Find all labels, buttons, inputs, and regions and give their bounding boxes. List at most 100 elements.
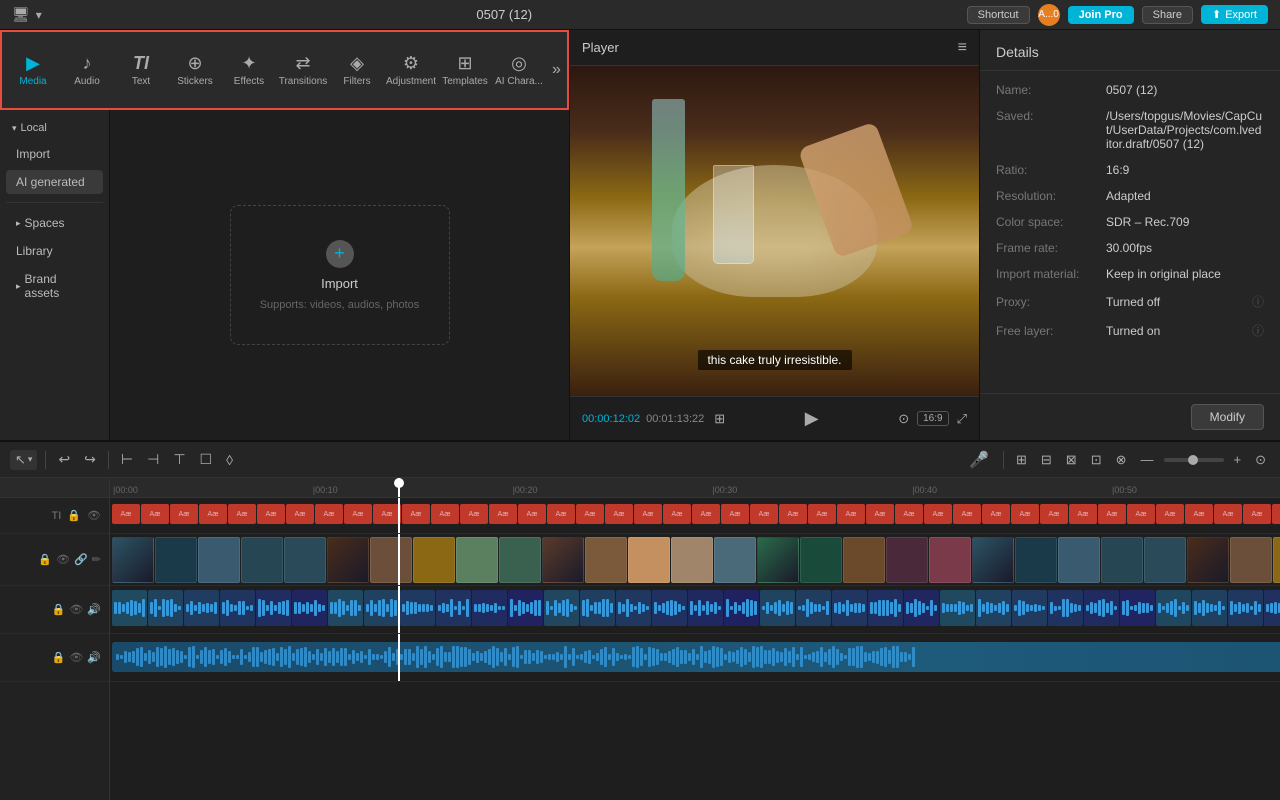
audio1-segment[interactable] bbox=[724, 590, 759, 626]
audio1-segment[interactable] bbox=[1192, 590, 1227, 626]
video-segment[interactable] bbox=[413, 537, 455, 583]
text-segment[interactable]: Aæ bbox=[315, 504, 343, 524]
sidebar-item-spaces[interactable]: ▸ Spaces bbox=[6, 211, 103, 235]
vol-icon-audio2[interactable]: 🔊 bbox=[87, 651, 101, 664]
text-segment[interactable]: Aæ bbox=[924, 504, 952, 524]
eye-icon-audio2[interactable]: 👁 bbox=[69, 651, 83, 664]
audio1-segment[interactable] bbox=[832, 590, 867, 626]
video-segment[interactable] bbox=[671, 537, 713, 583]
text-segment[interactable]: Aæ bbox=[228, 504, 256, 524]
video-segment[interactable] bbox=[241, 537, 283, 583]
text-segment[interactable]: Aæ bbox=[692, 504, 720, 524]
toolbar-item-ai-char[interactable]: ◎ AI Chara... bbox=[492, 34, 546, 106]
video-segment[interactable] bbox=[1230, 537, 1272, 583]
join-pro-button[interactable]: Join Pro bbox=[1068, 6, 1134, 24]
video-segment[interactable] bbox=[757, 537, 799, 583]
player-menu-icon[interactable]: ≡ bbox=[958, 39, 967, 57]
text-segment[interactable]: Aæ bbox=[170, 504, 198, 524]
audio1-segment[interactable] bbox=[1264, 590, 1280, 626]
timeline-scroll-area[interactable]: |00:00 |00:10 |00:20 |00:30 |00:40 |00:5… bbox=[110, 478, 1280, 800]
text-segment[interactable]: Aæ bbox=[402, 504, 430, 524]
audio1-segment[interactable] bbox=[904, 590, 939, 626]
audio1-segment[interactable] bbox=[1084, 590, 1119, 626]
sidebar-item-ai-generated[interactable]: AI generated bbox=[6, 170, 103, 194]
split-tool-2[interactable]: ⊣ bbox=[143, 449, 163, 470]
toolbar-item-filters[interactable]: ◈ Filters bbox=[330, 34, 384, 106]
text-segment[interactable]: Aæ bbox=[1185, 504, 1213, 524]
audio1-segment[interactable] bbox=[1120, 590, 1155, 626]
text-segment[interactable]: Aæ bbox=[982, 504, 1010, 524]
audio1-segment[interactable] bbox=[760, 590, 795, 626]
text-segment[interactable]: Aæ bbox=[1272, 504, 1280, 524]
text-segment[interactable]: Aæ bbox=[112, 504, 140, 524]
audio1-segment[interactable] bbox=[148, 590, 183, 626]
text-segment[interactable]: Aæ bbox=[1156, 504, 1184, 524]
text-segment[interactable]: Aæ bbox=[431, 504, 459, 524]
toolbar-item-text[interactable]: TI Text bbox=[114, 34, 168, 106]
toolbar-item-transitions[interactable]: ⇄ Transitions bbox=[276, 34, 330, 106]
text-segment[interactable]: Aæ bbox=[750, 504, 778, 524]
import-dropzone[interactable]: + Import Supports: videos, audios, photo… bbox=[230, 205, 450, 345]
audio1-segment[interactable] bbox=[400, 590, 435, 626]
grid-icon[interactable]: ⊞ bbox=[714, 411, 725, 427]
vol-icon-audio1[interactable]: 🔊 bbox=[87, 603, 101, 616]
marker-tool[interactable]: ◊ bbox=[222, 450, 237, 470]
sidebar-item-import[interactable]: Import bbox=[6, 142, 103, 166]
toolbar-item-adjustment[interactable]: ⚙ Adjustment bbox=[384, 34, 438, 106]
audio1-segment[interactable] bbox=[1048, 590, 1083, 626]
text-segment[interactable]: Aæ bbox=[808, 504, 836, 524]
video-segment[interactable] bbox=[284, 537, 326, 583]
zoom-in-icon[interactable]: + bbox=[1230, 450, 1246, 469]
text-segment[interactable]: Aæ bbox=[141, 504, 169, 524]
timeline-ctrl-3[interactable]: ⊠ bbox=[1062, 450, 1081, 470]
text-segment[interactable]: Aæ bbox=[373, 504, 401, 524]
proxy-info-icon[interactable]: ⓘ bbox=[1252, 293, 1264, 310]
audio1-segment[interactable] bbox=[1156, 590, 1191, 626]
sidebar-item-library[interactable]: Library bbox=[6, 239, 103, 263]
select-tool[interactable]: ↖ ▾ bbox=[10, 450, 37, 470]
video-segment[interactable] bbox=[112, 537, 154, 583]
export-button[interactable]: ⬆ Export bbox=[1201, 5, 1268, 24]
text-segment[interactable]: Aæ bbox=[286, 504, 314, 524]
toolbar-item-templates[interactable]: ⊞ Templates bbox=[438, 34, 492, 106]
text-segment[interactable]: Aæ bbox=[895, 504, 923, 524]
video-segment[interactable] bbox=[155, 537, 197, 583]
lock-icon-audio2[interactable]: 🔒 bbox=[52, 651, 66, 664]
video-segment[interactable] bbox=[542, 537, 584, 583]
share-button[interactable]: Share bbox=[1142, 6, 1193, 24]
audio1-segment[interactable] bbox=[652, 590, 687, 626]
text-segment[interactable]: Aæ bbox=[721, 504, 749, 524]
text-segment[interactable]: Aæ bbox=[257, 504, 285, 524]
text-segment[interactable]: Aæ bbox=[1214, 504, 1242, 524]
text-segment[interactable]: Aæ bbox=[1243, 504, 1271, 524]
video-segment[interactable] bbox=[800, 537, 842, 583]
mic-button[interactable]: 🎤 bbox=[963, 448, 995, 472]
fullscreen-icon[interactable]: ⤢ bbox=[957, 411, 967, 427]
video-segment[interactable] bbox=[198, 537, 240, 583]
audio1-segment[interactable] bbox=[940, 590, 975, 626]
timeline-ctrl-2[interactable]: ⊟ bbox=[1037, 450, 1056, 470]
video-segment[interactable] bbox=[327, 537, 369, 583]
audio-link-icon[interactable]: 🔗 bbox=[74, 553, 88, 566]
video-segment[interactable] bbox=[1015, 537, 1057, 583]
video-segment[interactable] bbox=[1144, 537, 1186, 583]
audio1-segment[interactable] bbox=[184, 590, 219, 626]
audio1-segment[interactable] bbox=[976, 590, 1011, 626]
text-segment[interactable]: Aæ bbox=[663, 504, 691, 524]
eye-icon-text[interactable]: 👁 bbox=[87, 509, 101, 522]
delete-tool[interactable]: ☐ bbox=[196, 449, 217, 470]
lock-icon-audio1[interactable]: 🔒 bbox=[52, 603, 66, 616]
video-segment[interactable] bbox=[1101, 537, 1143, 583]
text-segment[interactable]: Aæ bbox=[837, 504, 865, 524]
play-button[interactable]: ▶ bbox=[805, 408, 819, 429]
video-segment[interactable] bbox=[370, 537, 412, 583]
video-segment[interactable] bbox=[886, 537, 928, 583]
audio1-segment[interactable] bbox=[328, 590, 363, 626]
video-segment[interactable] bbox=[714, 537, 756, 583]
text-segment[interactable]: Aæ bbox=[953, 504, 981, 524]
timeline-ctrl-4[interactable]: ⊡ bbox=[1087, 450, 1106, 470]
topbar-dropdown[interactable]: ▾ bbox=[36, 8, 42, 22]
toolbar-more[interactable]: » bbox=[546, 61, 567, 79]
fit-view-icon[interactable]: ⊙ bbox=[1251, 450, 1270, 470]
text-segment[interactable]: Aæ bbox=[576, 504, 604, 524]
